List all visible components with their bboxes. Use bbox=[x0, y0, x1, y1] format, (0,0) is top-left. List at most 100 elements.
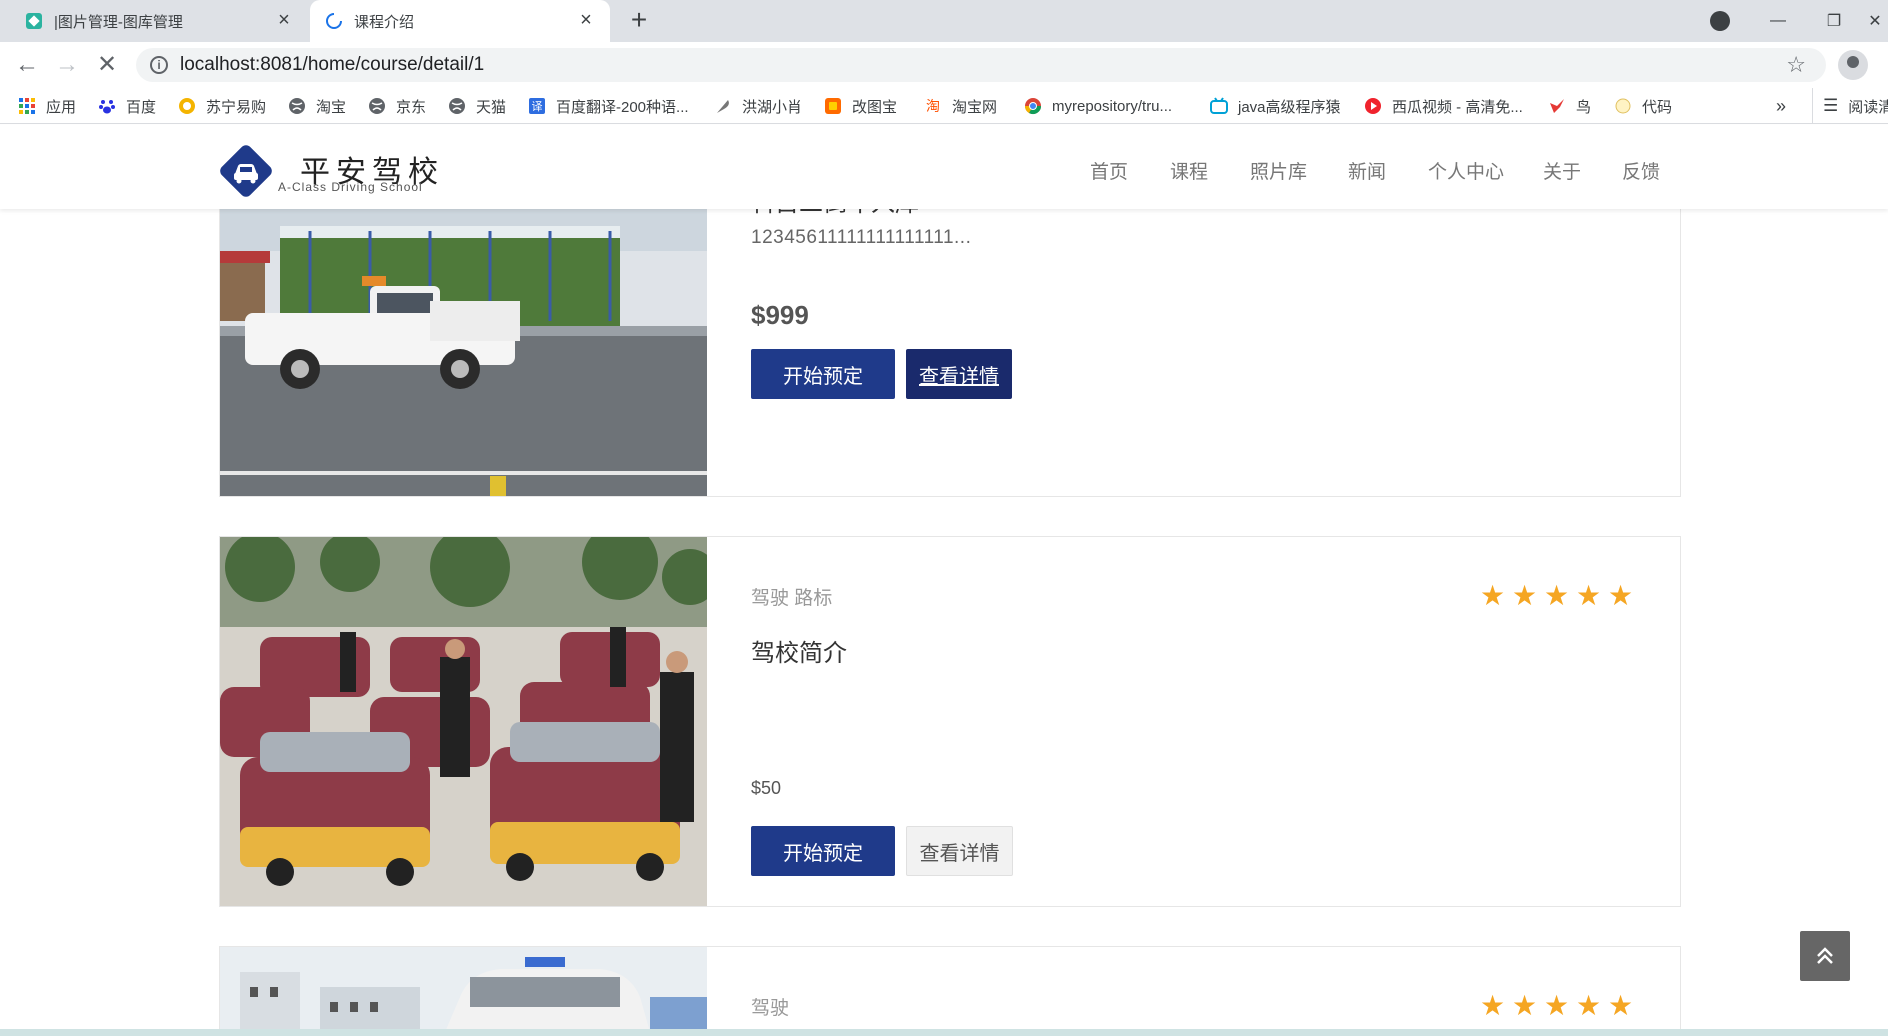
bookmark-apps[interactable]: 应用 bbox=[18, 88, 76, 124]
back-to-top-button[interactable] bbox=[1800, 931, 1850, 981]
tab-image-management[interactable]: |图片管理-图库管理 × bbox=[10, 0, 308, 42]
site-header: 平安驾校 A-Class Driving School 首页 课程 照片库 新闻… bbox=[0, 125, 1888, 209]
address-bar[interactable]: i localhost:8081/home/course/detail/1 ☆ bbox=[136, 48, 1826, 82]
bookmark-code[interactable]: 代码 bbox=[1614, 88, 1672, 124]
bookmark-baidu-translate[interactable]: 译 百度翻译-200种语... bbox=[528, 88, 689, 124]
reading-list-icon: ☰ bbox=[1823, 96, 1839, 115]
course-price: $999 bbox=[751, 300, 809, 330]
star-icon: ★ bbox=[1480, 580, 1506, 611]
browser-tab-strip: |图片管理-图库管理 × 课程介绍 × + — ❐ ✕ bbox=[0, 0, 1888, 42]
suning-icon bbox=[179, 98, 195, 114]
book-course-button[interactable]: 开始预定 bbox=[751, 349, 895, 399]
bookmarks-bar: 应用 百度 苏宁易购 淘宝 京东 天猫 译 百度翻译-200种语... 洪湖小肖… bbox=[0, 88, 1888, 124]
bird-icon bbox=[1550, 99, 1564, 113]
restore-icon[interactable]: ❐ bbox=[1806, 0, 1862, 42]
star-icon: ★ bbox=[1608, 580, 1634, 611]
rating-stars: ★ ★ ★ ★ ★ bbox=[1480, 580, 1634, 611]
bookmark-taobao[interactable]: 淘宝 bbox=[288, 88, 346, 124]
bookmark-label: 苏宁易购 bbox=[206, 98, 267, 116]
tab-close-icon[interactable]: × bbox=[274, 10, 294, 31]
bookmark-taobao-net[interactable]: 淘 淘宝网 bbox=[924, 88, 997, 124]
apps-grid-icon bbox=[19, 98, 35, 114]
book-course-button[interactable]: 开始预定 bbox=[751, 826, 895, 876]
nav-home[interactable]: 首页 bbox=[1090, 157, 1128, 184]
globe-icon bbox=[289, 98, 305, 114]
bookmark-label: 淘宝 bbox=[316, 98, 347, 116]
bookmark-java[interactable]: java高级程序猿 bbox=[1210, 88, 1341, 124]
nav-gallery[interactable]: 照片库 bbox=[1250, 157, 1307, 184]
star-icon: ★ bbox=[1480, 990, 1506, 1021]
course-card: 科目二倒车入库 12345611111111111111... $999 开始预… bbox=[219, 190, 1681, 497]
nav-feedback[interactable]: 反馈 bbox=[1622, 157, 1660, 184]
course-description: 12345611111111111111... bbox=[751, 227, 972, 248]
site-favicon-icon bbox=[26, 13, 42, 29]
bookmark-baidu[interactable]: 百度 bbox=[98, 88, 156, 124]
bookmark-label: 淘宝网 bbox=[952, 98, 998, 116]
view-details-button[interactable]: 查看详情 bbox=[906, 826, 1013, 876]
course-photo-police-car[interactable] bbox=[220, 947, 707, 1036]
feather-icon bbox=[717, 100, 729, 113]
course-category: 驾驶 bbox=[751, 998, 790, 1019]
bookmark-label: 洪湖小肖 bbox=[742, 98, 803, 116]
nav-courses[interactable]: 课程 bbox=[1170, 157, 1208, 184]
bookmark-jd[interactable]: 京东 bbox=[368, 88, 426, 124]
translate-icon: 译 bbox=[529, 98, 545, 114]
site-info-icon[interactable]: i bbox=[150, 56, 168, 74]
tab-close-icon[interactable]: × bbox=[576, 10, 596, 31]
course-photo-school-cars[interactable] bbox=[220, 537, 707, 906]
bookmark-gaitubao[interactable]: 改图宝 bbox=[824, 88, 897, 124]
profile-avatar-icon[interactable] bbox=[1838, 50, 1868, 80]
bookmark-label: 百度 bbox=[126, 98, 157, 116]
nav-profile[interactable]: 个人中心 bbox=[1428, 157, 1504, 184]
tab-title: 课程介绍 bbox=[354, 13, 415, 31]
bookmark-myrepository[interactable]: myrepository/tru... bbox=[1024, 88, 1172, 124]
star-icon: ★ bbox=[1512, 580, 1538, 611]
chrome-icon bbox=[1024, 98, 1042, 115]
svg-text:淘: 淘 bbox=[926, 99, 940, 115]
star-icon: ★ bbox=[1608, 990, 1634, 1021]
bookmark-tmall[interactable]: 天猫 bbox=[448, 88, 506, 124]
star-icon: ★ bbox=[1576, 580, 1602, 611]
loading-spinner-icon bbox=[326, 13, 342, 29]
bookmarks-overflow-icon[interactable]: » bbox=[1776, 88, 1786, 124]
xigua-icon bbox=[1365, 98, 1381, 114]
reading-list-label: 阅读清 bbox=[1848, 98, 1888, 116]
course-image bbox=[220, 537, 707, 906]
logo-car-icon[interactable] bbox=[218, 143, 274, 199]
bottom-status-strip bbox=[0, 1029, 1888, 1036]
new-tab-button[interactable]: + bbox=[624, 6, 654, 36]
stop-loading-icon[interactable]: ✕ bbox=[92, 50, 122, 80]
bookmark-xigua[interactable]: 西瓜视频 - 高清免... bbox=[1364, 88, 1523, 124]
course-price: $50 bbox=[751, 778, 782, 798]
bookmark-honghu[interactable]: 洪湖小肖 bbox=[714, 88, 802, 124]
tab-search-icon[interactable] bbox=[1710, 11, 1730, 31]
course-category: 驾驶 路标 bbox=[751, 588, 833, 609]
url-text: localhost:8081/home/course/detail/1 bbox=[180, 54, 485, 75]
nav-about[interactable]: 关于 bbox=[1543, 157, 1581, 184]
rating-stars: ★ ★ ★ ★ ★ bbox=[1480, 990, 1634, 1021]
nav-news[interactable]: 新闻 bbox=[1348, 157, 1386, 184]
back-arrow-icon[interactable]: ← bbox=[12, 50, 42, 80]
star-icon: ★ bbox=[1576, 990, 1602, 1021]
bookmark-star-icon[interactable]: ☆ bbox=[1786, 52, 1806, 78]
course-title[interactable]: 驾校简介 bbox=[751, 633, 847, 668]
code-icon bbox=[1615, 98, 1631, 114]
course-photo-pickup-truck[interactable] bbox=[220, 191, 707, 496]
bookmark-suning[interactable]: 苏宁易购 bbox=[178, 88, 266, 124]
tab-course-intro[interactable]: 课程介绍 × bbox=[310, 0, 610, 42]
bookmark-label: 百度翻译-200种语... bbox=[556, 98, 689, 116]
globe-icon bbox=[369, 98, 385, 114]
bookmark-label: java高级程序猿 bbox=[1238, 98, 1341, 116]
globe-icon bbox=[449, 98, 465, 114]
bookmark-label: 代码 bbox=[1642, 98, 1673, 116]
star-icon: ★ bbox=[1512, 990, 1538, 1021]
baidu-paw-icon bbox=[99, 100, 115, 114]
star-icon: ★ bbox=[1544, 990, 1570, 1021]
svg-text:译: 译 bbox=[532, 100, 543, 113]
bookmark-bird[interactable]: 鸟 bbox=[1548, 88, 1591, 124]
forward-arrow-icon[interactable]: → bbox=[52, 50, 82, 80]
view-details-button[interactable]: 查看详情 bbox=[906, 349, 1012, 399]
close-window-icon[interactable]: ✕ bbox=[1862, 0, 1888, 42]
minimize-icon[interactable]: — bbox=[1750, 0, 1806, 42]
reading-list[interactable]: ☰ 阅读清 bbox=[1812, 88, 1888, 124]
